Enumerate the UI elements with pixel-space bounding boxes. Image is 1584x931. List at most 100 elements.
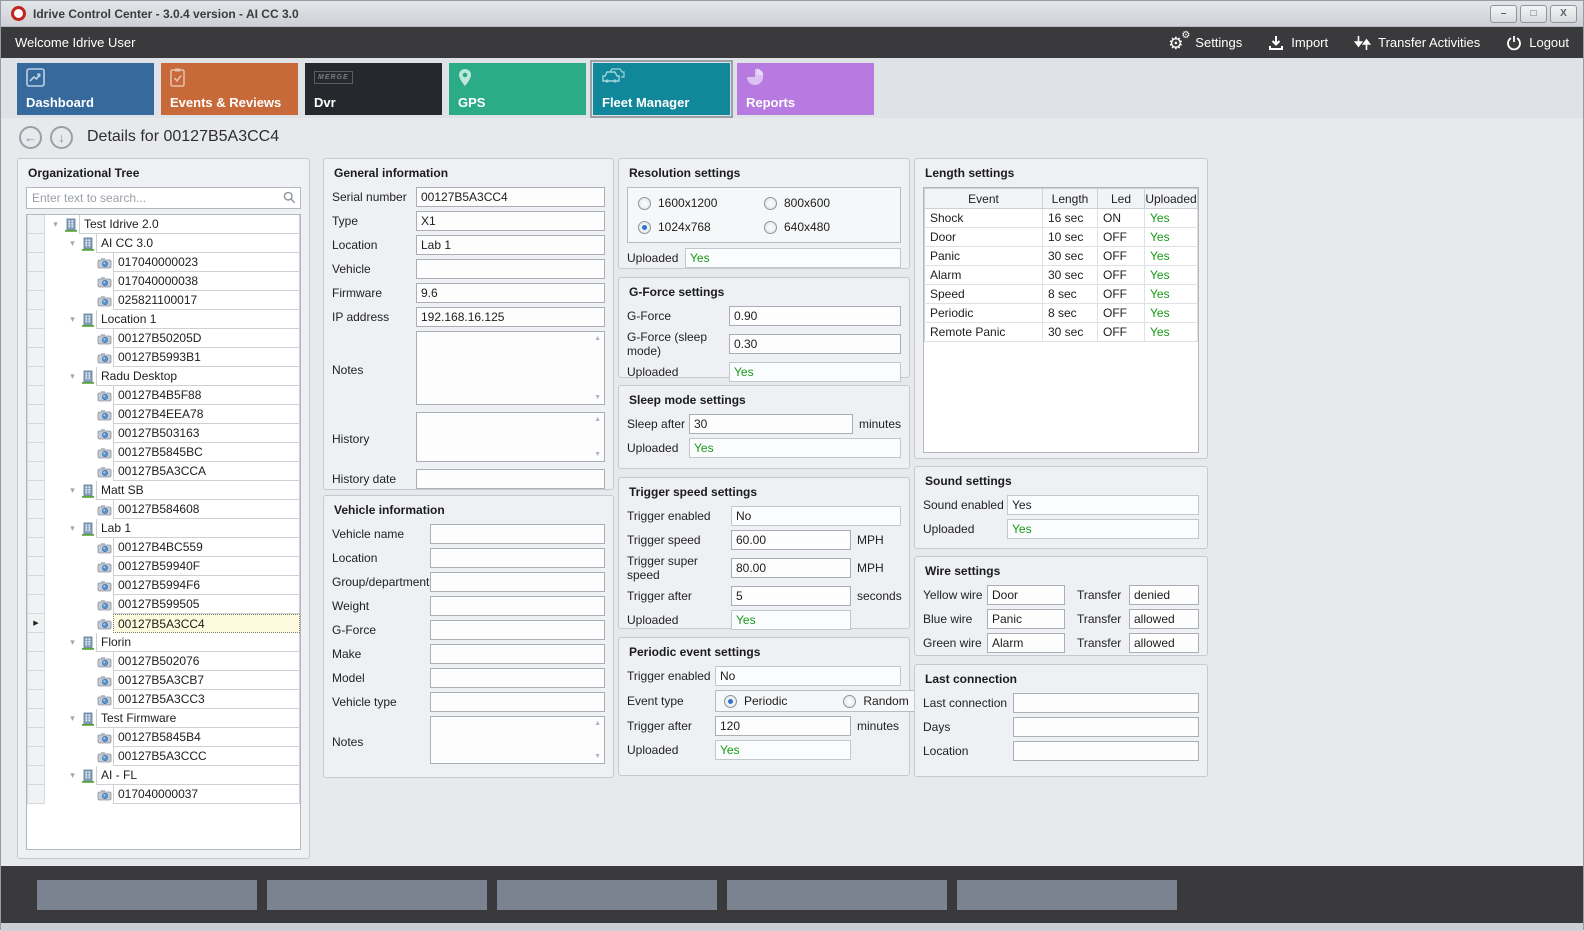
vehicle-info-field[interactable]: [430, 572, 605, 592]
vehicle-info-field[interactable]: [430, 596, 605, 616]
tree-row[interactable]: ▶ ▾ 00127B5845B4: [27, 728, 300, 747]
tree-row[interactable]: ▶ ▾ Matt SB: [27, 481, 300, 500]
wire-transfer-field[interactable]: [1129, 633, 1199, 653]
tree-row[interactable]: ▶ ▾ Florin: [27, 633, 300, 652]
tree-item-label[interactable]: 00127B502076: [113, 652, 300, 671]
radio-icon[interactable]: [843, 695, 856, 708]
expander-icon[interactable]: ▾: [66, 481, 79, 500]
radio-icon[interactable]: [764, 221, 777, 234]
vehicle-info-field[interactable]: [430, 548, 605, 568]
tree-item-label[interactable]: 00127B5993B1: [113, 348, 300, 367]
tree-row[interactable]: ▶ ▾ 00127B5A3CC3: [27, 690, 300, 709]
last-connection-field[interactable]: [1013, 717, 1199, 737]
vehicle-info-field[interactable]: [430, 668, 605, 688]
gforce-field[interactable]: [729, 306, 901, 326]
bottom-action-button[interactable]: [267, 880, 487, 910]
radio-icon[interactable]: [724, 695, 737, 708]
tree-row[interactable]: ▶ ▾ Test Firmware: [27, 709, 300, 728]
tree-row[interactable]: ▶ ▾ 00127B599505: [27, 595, 300, 614]
tab-gps[interactable]: GPS: [449, 63, 586, 115]
tab-reports[interactable]: Reports: [737, 63, 874, 115]
vehicle-info-field[interactable]: [430, 692, 605, 712]
tree-row[interactable]: ▶ ▾ 00127B5A3CCA: [27, 462, 300, 481]
tree-row[interactable]: ▶ ▾ 017040000037: [27, 785, 300, 804]
expander-icon[interactable]: ▾: [66, 310, 79, 329]
tree-item-label[interactable]: Test Firmware: [96, 709, 300, 728]
last-connection-field[interactable]: [1013, 693, 1199, 713]
vehicle-info-field[interactable]: [430, 620, 605, 640]
tree-row[interactable]: ▶ ▾ 00127B502076: [27, 652, 300, 671]
tab-fleet-manager[interactable]: Fleet Manager: [593, 63, 730, 115]
history-textarea[interactable]: [416, 412, 605, 462]
expander-icon[interactable]: ▾: [66, 519, 79, 538]
tree-row[interactable]: ▶ ▾ Radu Desktop: [27, 367, 300, 386]
tree-row[interactable]: ▶ ▾ 00127B4EEA78: [27, 405, 300, 424]
transfer-activities-button[interactable]: Transfer Activities: [1354, 35, 1480, 51]
scroll-up-icon[interactable]: ▲: [594, 335, 601, 342]
ip-address-field[interactable]: [416, 307, 605, 327]
tree-item-label[interactable]: Florin: [96, 633, 300, 652]
expander-icon[interactable]: ▾: [49, 215, 62, 234]
table-row[interactable]: Shock 16 sec ON Yes: [925, 209, 1198, 228]
tree-item-label[interactable]: 00127B5A3CC3: [113, 690, 300, 709]
bottom-action-button[interactable]: [957, 880, 1177, 910]
tree-item-label[interactable]: 00127B5A3CC4: [113, 614, 300, 633]
tree-item-label[interactable]: 00127B584608: [113, 500, 300, 519]
tree-item-label[interactable]: 00127B503163: [113, 424, 300, 443]
radio-icon[interactable]: [638, 197, 651, 210]
radio-icon[interactable]: [764, 197, 777, 210]
sleep-after-field[interactable]: [689, 414, 853, 434]
event-type-option[interactable]: Periodic: [724, 694, 787, 708]
settings-button[interactable]: ⚙⚙ Settings: [1168, 34, 1242, 52]
tab-events-reviews[interactable]: Events & Reviews: [161, 63, 298, 115]
tree-item-label[interactable]: Location 1: [96, 310, 300, 329]
trigger-field[interactable]: [731, 530, 851, 550]
column-header[interactable]: Length: [1043, 189, 1098, 209]
firmware-field[interactable]: [416, 283, 605, 303]
tab-dvr[interactable]: MERGE Dvr: [305, 63, 442, 115]
tree-item-label[interactable]: 00127B59940F: [113, 557, 300, 576]
table-row[interactable]: Door 10 sec OFF Yes: [925, 228, 1198, 247]
tree-row[interactable]: ▶ ▾ 00127B4B5F88: [27, 386, 300, 405]
back-button[interactable]: ←: [19, 126, 42, 149]
expander-icon[interactable]: ▾: [66, 633, 79, 652]
table-row[interactable]: Remote Panic 30 sec OFF Yes: [925, 323, 1198, 342]
scroll-down-icon[interactable]: ▼: [594, 394, 601, 401]
last-connection-field[interactable]: [1013, 741, 1199, 761]
tree-row[interactable]: ▶ ▾ 00127B59940F: [27, 557, 300, 576]
history-date-field[interactable]: [416, 469, 605, 489]
column-header[interactable]: Uploaded: [1145, 189, 1198, 209]
scroll-up-icon[interactable]: ▲: [594, 720, 601, 727]
tree-item-label[interactable]: 025821100017: [113, 291, 300, 310]
scroll-down-button[interactable]: ↓: [50, 126, 73, 149]
search-input[interactable]: [26, 187, 301, 209]
tree-row[interactable]: ▶ ▾ 00127B5845BC: [27, 443, 300, 462]
tree-row[interactable]: ▶ ▾ 00127B5A3CC4: [27, 614, 300, 633]
tree-item-label[interactable]: 00127B4BC559: [113, 538, 300, 557]
expander-icon[interactable]: ▾: [66, 234, 79, 253]
table-row[interactable]: Alarm 30 sec OFF Yes: [925, 266, 1198, 285]
tree-item-label[interactable]: 017040000037: [113, 785, 300, 804]
tree-item-label[interactable]: 00127B5A3CCC: [113, 747, 300, 766]
table-row[interactable]: Speed 8 sec OFF Yes: [925, 285, 1198, 304]
expander-icon[interactable]: ▾: [66, 367, 79, 386]
tree-item-label[interactable]: AI - FL: [96, 766, 300, 785]
import-button[interactable]: Import: [1268, 35, 1328, 51]
tree-row[interactable]: ▶ ▾ 00127B5A3CB7: [27, 671, 300, 690]
vehicle-info-field[interactable]: [430, 524, 605, 544]
minimize-button[interactable]: –: [1490, 5, 1517, 23]
tree-item-label[interactable]: 00127B4EEA78: [113, 405, 300, 424]
trigger-field[interactable]: [731, 586, 851, 606]
scroll-down-icon[interactable]: ▼: [594, 753, 601, 760]
tab-dashboard[interactable]: Dashboard: [17, 63, 154, 115]
type-field[interactable]: [416, 211, 605, 231]
logout-button[interactable]: Logout: [1506, 35, 1569, 51]
tree-row[interactable]: ▶ ▾ 00127B5993B1: [27, 348, 300, 367]
tree-item-label[interactable]: Lab 1: [96, 519, 300, 538]
serial-number-field[interactable]: [416, 187, 605, 207]
tree-row[interactable]: ▶ ▾ 025821100017: [27, 291, 300, 310]
tree-row[interactable]: ▶ ▾ 017040000023: [27, 253, 300, 272]
table-row[interactable]: Periodic 8 sec OFF Yes: [925, 304, 1198, 323]
tree-row[interactable]: ▶ ▾ 00127B50205D: [27, 329, 300, 348]
tree-row[interactable]: ▶ ▾ 017040000038: [27, 272, 300, 291]
